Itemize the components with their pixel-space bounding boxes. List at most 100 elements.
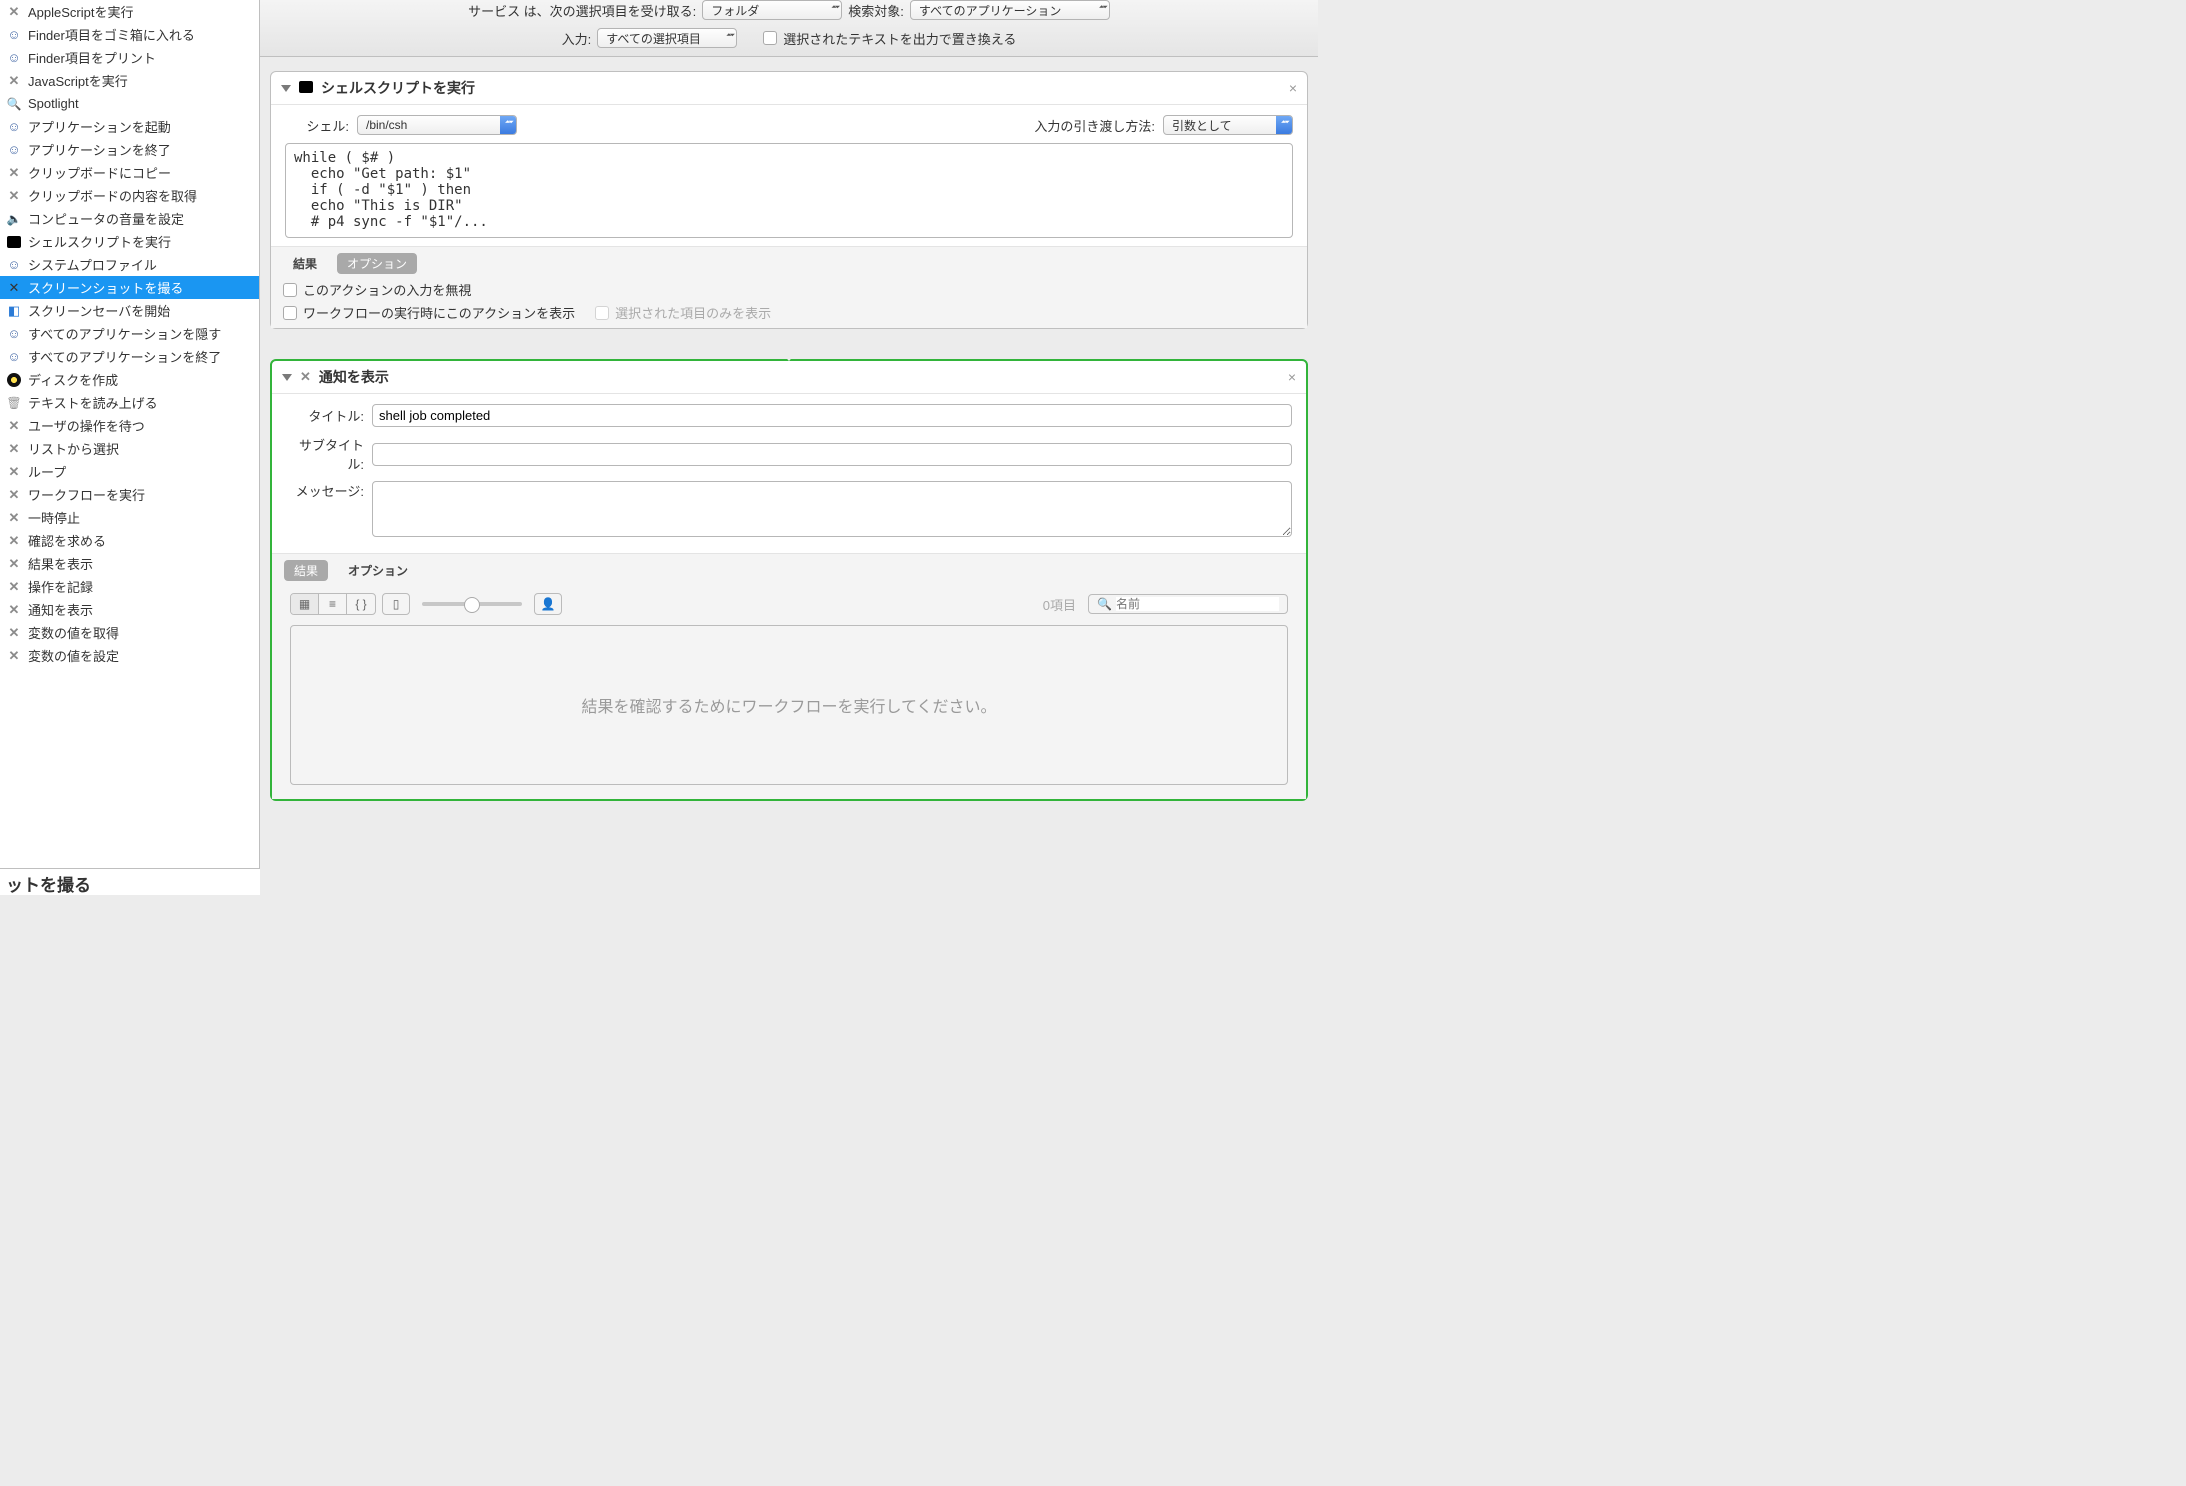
view-mode-segmented[interactable]: ▦ ≡ { } bbox=[290, 593, 376, 615]
sidebar-item[interactable]: アプリケーションを終了 bbox=[0, 138, 259, 161]
sidebar-item[interactable]: リストから選択 bbox=[0, 437, 259, 460]
results-search-input[interactable] bbox=[1116, 597, 1279, 611]
braces-view-icon[interactable]: { } bbox=[347, 594, 375, 614]
gear-icon bbox=[6, 441, 22, 457]
sidebar-item[interactable]: クリップボードの内容を取得 bbox=[0, 184, 259, 207]
sidebar-item[interactable]: JavaScriptを実行 bbox=[0, 69, 259, 92]
input-select[interactable]: すべての選択項目 bbox=[597, 28, 737, 48]
sidebar-item-label: テキストを読み上げる bbox=[28, 393, 158, 412]
sidebar-item[interactable]: すべてのアプリケーションを隠す bbox=[0, 322, 259, 345]
sidebar-item[interactable]: ワークフローを実行 bbox=[0, 483, 259, 506]
show-selected-only-checkbox bbox=[595, 306, 609, 320]
sidebar-item[interactable]: システムプロファイル bbox=[0, 253, 259, 276]
receives-label: サービス は、次の選択項目を受け取る: bbox=[468, 1, 696, 20]
shell-select[interactable]: /bin/csh bbox=[357, 115, 517, 135]
notif-title-input[interactable] bbox=[372, 404, 1292, 427]
replace-selection-checkbox[interactable] bbox=[763, 31, 777, 45]
sidebar-item[interactable]: 確認を求める bbox=[0, 529, 259, 552]
sidebar-item[interactable]: 通知を表示 bbox=[0, 598, 259, 621]
options-tab[interactable]: オプション bbox=[337, 253, 417, 274]
gear-icon bbox=[6, 4, 22, 20]
notif-subtitle-input[interactable] bbox=[372, 443, 1292, 466]
service-header: サービス は、次の選択項目を受け取る: フォルダ 検索対象: すべてのアプリケー… bbox=[260, 0, 1318, 57]
sidebar-item-label: ユーザの操作を待つ bbox=[28, 416, 145, 435]
sidebar-item-label: アプリケーションを起動 bbox=[28, 117, 171, 136]
search-icon bbox=[6, 96, 22, 112]
show-action-checkbox[interactable] bbox=[283, 306, 297, 320]
sidebar-item[interactable]: 変数の値を取得 bbox=[0, 621, 259, 644]
sidebar-item[interactable]: 変数の値を設定 bbox=[0, 644, 259, 667]
gear-icon bbox=[6, 625, 22, 641]
sidebar-item[interactable]: クリップボードにコピー bbox=[0, 161, 259, 184]
grid-view-icon[interactable]: ▦ bbox=[291, 594, 319, 614]
person-button[interactable]: 👤 bbox=[534, 593, 562, 615]
volume-icon bbox=[6, 211, 22, 227]
sidebar-item[interactable]: 操作を記録 bbox=[0, 575, 259, 598]
finder-face-icon bbox=[6, 50, 22, 66]
sidebar-item[interactable]: 結果を表示 bbox=[0, 552, 259, 575]
results-tab[interactable]: 結果 bbox=[283, 253, 327, 274]
sidebar-item[interactable]: Finder項目をゴミ箱に入れる bbox=[0, 23, 259, 46]
disclosure-triangle-icon[interactable] bbox=[282, 374, 292, 381]
sidebar-item[interactable]: ループ bbox=[0, 460, 259, 483]
sidebar-item[interactable]: シェルスクリプトを実行 bbox=[0, 230, 259, 253]
sidebar-item[interactable]: ディスクを作成 bbox=[0, 368, 259, 391]
sidebar-item[interactable]: すべてのアプリケーションを終了 bbox=[0, 345, 259, 368]
library-footer-cropped: ットを撮る bbox=[0, 868, 260, 895]
sidebar-item[interactable]: アプリケーションを起動 bbox=[0, 115, 259, 138]
remove-action-button[interactable]: × bbox=[1288, 369, 1296, 385]
workflow-canvas[interactable]: シェルスクリプトを実行 × シェル: /bin/csh 入力の引き渡し方法: 引… bbox=[260, 57, 1318, 868]
sidebar-item-label: スクリーンセーバを開始 bbox=[28, 301, 170, 320]
sidebar-item[interactable]: Finder項目をプリント bbox=[0, 46, 259, 69]
search-in-label: 検索対象: bbox=[848, 1, 904, 20]
terminal-icon bbox=[6, 234, 22, 250]
finder-face-icon bbox=[6, 119, 22, 135]
shell-script-textarea[interactable]: while ( $# ) echo "Get path: $1" if ( -d… bbox=[285, 143, 1293, 238]
replace-selection-label: 選択されたテキストを出力で置き換える bbox=[783, 29, 1016, 48]
gear-icon bbox=[6, 556, 22, 572]
finder-face-icon bbox=[6, 142, 22, 158]
terminal-icon bbox=[299, 81, 313, 96]
results-area: 結果を確認するためにワークフローを実行してください。 bbox=[290, 625, 1288, 785]
options-tab[interactable]: オプション bbox=[338, 560, 418, 581]
sidebar-item[interactable]: スクリーンショットを撮る bbox=[0, 276, 259, 299]
ignore-input-checkbox[interactable] bbox=[283, 283, 297, 297]
sidebar-item[interactable]: AppleScriptを実行 bbox=[0, 0, 259, 23]
finder-face-icon bbox=[6, 257, 22, 273]
notif-message-textarea[interactable] bbox=[372, 481, 1292, 537]
receives-select[interactable]: フォルダ bbox=[702, 0, 842, 20]
sidebar-item[interactable]: 一時停止 bbox=[0, 506, 259, 529]
sidebar-item[interactable]: Spotlight bbox=[0, 92, 259, 115]
sidebar-item-label: シェルスクリプトを実行 bbox=[28, 232, 171, 251]
remove-action-button[interactable]: × bbox=[1289, 80, 1297, 96]
sidebar-item-label: ワークフローを実行 bbox=[28, 485, 145, 504]
search-in-select[interactable]: すべてのアプリケーション bbox=[910, 0, 1110, 20]
sidebar-item[interactable]: コンピュータの音量を設定 bbox=[0, 207, 259, 230]
gear-icon bbox=[6, 487, 22, 503]
action-display-notification[interactable]: 通知を表示 × タイトル: サブタイトル: メッセージ: bbox=[270, 359, 1308, 801]
show-action-label: ワークフローの実行時にこのアクションを表示 bbox=[303, 303, 575, 322]
sidebar-item-label: すべてのアプリケーションを隠す bbox=[28, 324, 221, 343]
results-search[interactable]: 🔍 bbox=[1088, 594, 1288, 614]
sidebar-item-label: JavaScriptを実行 bbox=[28, 71, 128, 90]
gear-icon bbox=[6, 464, 22, 480]
zoom-slider[interactable] bbox=[422, 602, 522, 606]
columns-button[interactable]: ▯ bbox=[382, 593, 410, 615]
sidebar-item-label: スクリーンショットを撮る bbox=[28, 278, 183, 297]
sidebar-item-label: 確認を求める bbox=[28, 531, 106, 550]
action-run-shell-script[interactable]: シェルスクリプトを実行 × シェル: /bin/csh 入力の引き渡し方法: 引… bbox=[270, 71, 1308, 329]
sidebar-item[interactable]: テキストを読み上げる bbox=[0, 391, 259, 414]
gear-icon bbox=[6, 418, 22, 434]
sidebar-item-label: Spotlight bbox=[28, 96, 79, 111]
action-title: シェルスクリプトを実行 bbox=[321, 78, 1281, 98]
search-icon: 🔍 bbox=[1097, 597, 1112, 611]
results-tab[interactable]: 結果 bbox=[284, 560, 328, 581]
disclosure-triangle-icon[interactable] bbox=[281, 85, 291, 92]
gear-icon bbox=[6, 188, 22, 204]
sidebar-item[interactable]: スクリーンセーバを開始 bbox=[0, 299, 259, 322]
results-placeholder-text: 結果を確認するためにワークフローを実行してください。 bbox=[581, 693, 996, 717]
gear-icon bbox=[6, 579, 22, 595]
sidebar-item[interactable]: ユーザの操作を待つ bbox=[0, 414, 259, 437]
pass-input-select[interactable]: 引数として bbox=[1163, 115, 1293, 135]
list-view-icon[interactable]: ≡ bbox=[319, 594, 347, 614]
